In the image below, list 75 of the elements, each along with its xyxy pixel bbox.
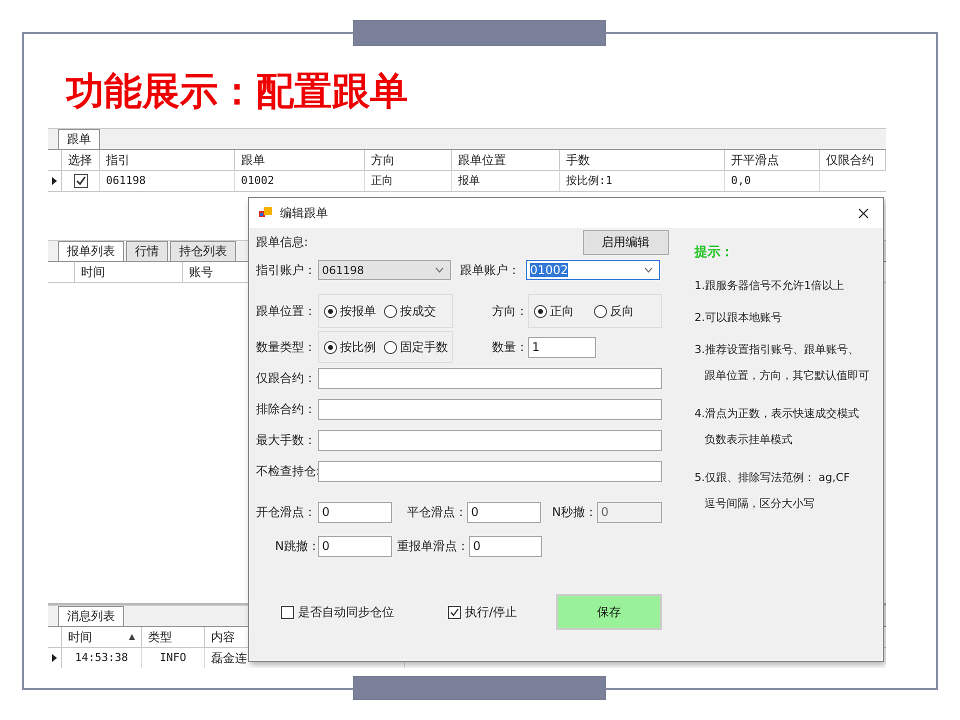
column-header: 内容 xyxy=(211,629,235,646)
table-cell: 按比例:1 xyxy=(560,171,725,191)
checkbox[interactable] xyxy=(448,606,461,618)
form-label: 平仓滑点： xyxy=(406,504,467,520)
sort-arrow[interactable]: ▲ xyxy=(128,627,135,647)
radio-option[interactable]: 按报单 xyxy=(324,302,376,320)
form-label: 排除合约： xyxy=(256,401,317,418)
checkbox[interactable] xyxy=(281,606,294,618)
tab[interactable]: 行情 xyxy=(126,241,168,261)
input-field[interactable] xyxy=(318,399,662,420)
column-header: 跟单 xyxy=(235,150,365,170)
checkbox-label[interactable]: 执行/停止 xyxy=(465,604,518,620)
column-header: 开平滑点 xyxy=(725,150,820,170)
input-field[interactable] xyxy=(318,368,662,389)
tips-title: 提示： xyxy=(694,244,735,261)
slide-title: 功能展示：配置跟单 xyxy=(66,68,409,114)
form-label: 数量： xyxy=(491,338,528,356)
dropdown[interactable]: 01002 xyxy=(526,260,660,280)
table-cell: INFO xyxy=(142,648,205,668)
input-field[interactable]: 0 xyxy=(318,536,392,556)
chevron-down-icon xyxy=(435,267,444,273)
radio-option[interactable]: 按成交 xyxy=(384,302,436,320)
form-label: 跟单账户： xyxy=(460,262,521,278)
radio-option[interactable]: 固定手数 xyxy=(384,338,448,356)
enable-edit-button[interactable]: 启用编辑 xyxy=(582,230,669,254)
form-label: N秒撤： xyxy=(551,504,597,520)
input-field[interactable]: 0 xyxy=(318,502,392,522)
input-field[interactable]: 0 xyxy=(469,536,542,556)
input-field[interactable]: 0 xyxy=(467,502,541,522)
tip-text: 1.跟服务器信号不允许1倍以上 xyxy=(694,279,846,293)
radio-option[interactable]: 按比例 xyxy=(324,338,376,356)
column-header: 跟单位置 xyxy=(452,150,560,170)
tip-text: 4.滑点为正数，表示快速成交模式 负数表示挂单模式 xyxy=(694,406,860,448)
quantity-input[interactable]: 1 xyxy=(528,336,596,358)
tab[interactable]: 消息列表 xyxy=(58,606,124,626)
checkbox[interactable] xyxy=(74,174,88,188)
column-header: 仅限合约 xyxy=(820,150,886,170)
form-label: 跟单信息: xyxy=(256,234,310,250)
form-label: 数量类型： xyxy=(256,338,317,356)
form-label: 跟单位置： xyxy=(256,302,317,320)
window-icon xyxy=(259,207,273,219)
tip-text: 2.可以跟本地账号 xyxy=(694,311,784,325)
radio-option[interactable]: 正向 xyxy=(534,302,574,320)
table-cell: 正向 xyxy=(365,171,452,191)
tip-text: 3.推荐设置指引账号、跟单账号、 跟单位置，方向，其它默认值即可 xyxy=(694,342,871,384)
tab[interactable]: 跟单 xyxy=(58,129,100,149)
column-header: 方向 xyxy=(365,150,452,170)
input-field[interactable] xyxy=(318,461,662,482)
column-header: 指引 xyxy=(100,150,235,170)
radio-option[interactable]: 反向 xyxy=(594,302,634,320)
checkbox-label[interactable]: 是否自动同步仓位 xyxy=(298,604,394,620)
table-cell: 0,0 xyxy=(725,171,820,191)
input-field[interactable] xyxy=(318,430,662,451)
chevron-down-icon xyxy=(644,267,653,273)
save-button[interactable]: 保存 xyxy=(556,594,662,630)
form-label: 仅跟合约： xyxy=(256,370,317,387)
column-header: 时间 xyxy=(75,262,183,282)
tip-text: 5.仅跟、排除写法范例： ag,CF 逗号间隔，区分大小写 xyxy=(694,470,851,512)
column-header: 类型 xyxy=(148,629,172,646)
form-label: 开仓滑点： xyxy=(256,504,317,520)
table-cell: 061198 xyxy=(100,171,235,191)
column-header: 选择 xyxy=(62,150,100,170)
form-label: 方向： xyxy=(491,302,528,320)
dialog-title: 编辑跟单 xyxy=(280,204,329,222)
tab[interactable]: 持仓列表 xyxy=(170,241,236,261)
table-cell: 01002 xyxy=(235,171,365,191)
table-cell: 报单 xyxy=(452,171,560,191)
form-label: N跳撤： xyxy=(274,538,320,554)
close-icon[interactable] xyxy=(858,208,869,218)
form-label: 最大手数： xyxy=(256,432,317,449)
column-header: 时间 xyxy=(68,629,92,646)
form-label: 重报单滑点： xyxy=(396,538,469,554)
tab[interactable]: 报单列表 xyxy=(58,241,124,261)
table-cell: 14:53:38 xyxy=(62,648,142,668)
column-header: 手数 xyxy=(560,150,725,170)
